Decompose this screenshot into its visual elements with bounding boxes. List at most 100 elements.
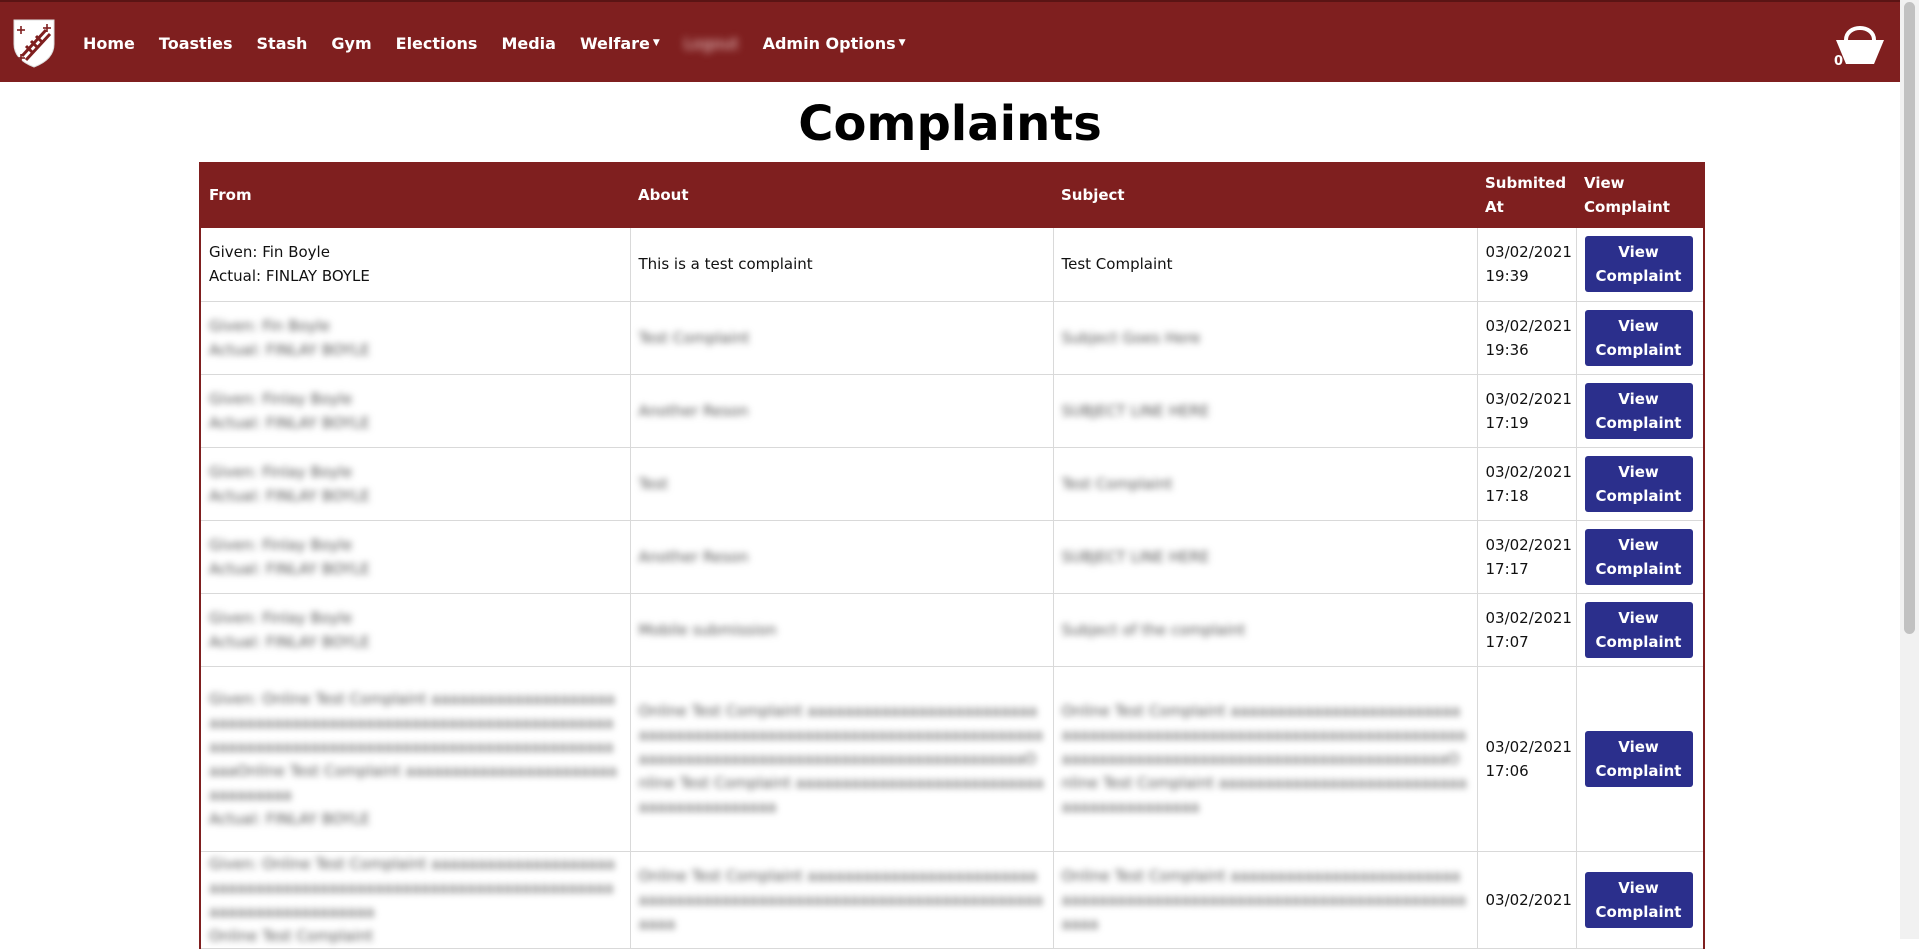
basket-count-badge: 0 [1834, 54, 1844, 69]
submitted-time: 17:18 [1485, 486, 1529, 505]
cell-subject: Test Complaint [1053, 447, 1478, 521]
top-navbar: Home Toasties Stash Gym Elections Media … [0, 0, 1900, 82]
nav-home[interactable]: Home [83, 34, 135, 53]
header-view-complaint: View Complaint [1576, 162, 1704, 228]
cell-about-line: Online Test Complaint aaaaaaaaaaaaaaaaaa… [638, 866, 1043, 933]
cell-submitted-at: 03/02/2021 17:18 [1477, 447, 1577, 521]
page-scrollbar-thumb[interactable] [1904, 2, 1915, 634]
cell-from-line: Given: Finlay Boyle [209, 389, 353, 408]
submitted-time: 19:36 [1485, 340, 1529, 359]
complaints-table: From About Subject Submited At View Comp… [199, 162, 1705, 949]
view-complaint-button[interactable]: View Complaint [1584, 730, 1693, 787]
cell-from-line: Actual: FINLAY BOYLE [209, 267, 370, 286]
table-row: Given: Fin Boyle Actual: FINLAY BOYLE Test… [200, 301, 1704, 375]
view-complaint-button[interactable]: View Complaint [1584, 601, 1693, 658]
cell-about-line: Mobile submission [638, 620, 777, 639]
cell-from-line: Online Test Complaint [209, 926, 374, 945]
cell-submitted-at: 03/02/2021 19:36 [1477, 301, 1577, 375]
cell-view-complaint: View Complaint [1576, 520, 1704, 594]
submitted-time: 17:17 [1485, 559, 1529, 578]
header-about: About [630, 162, 1053, 228]
cell-view-complaint: View Complaint [1576, 228, 1704, 302]
cell-from-line: Given: Online Test Complaint aaaaaaaaaaa… [209, 689, 617, 804]
cell-view-complaint: View Complaint [1576, 851, 1704, 949]
cell-about: Online Test Complaint aaaaaaaaaaaaaaaaaa… [630, 851, 1054, 949]
nav-gym[interactable]: Gym [331, 34, 371, 53]
nav-admin-options-label: Admin Options [762, 33, 896, 53]
cell-about: Online Test Complaint aaaaaaaaaaaaaaaaaa… [630, 666, 1054, 852]
cell-from-line: Given: Online Test Complaint aaaaaaaaaaa… [209, 854, 615, 921]
cell-submitted-at: 03/02/2021 19:39 [1477, 228, 1577, 302]
nav-stash[interactable]: Stash [257, 34, 308, 53]
submitted-time: 17:06 [1485, 761, 1529, 780]
view-complaint-button[interactable]: View Complaint [1584, 871, 1693, 928]
nav-links: Home Toasties Stash Gym Elections Media … [83, 2, 930, 84]
view-complaint-button[interactable]: View Complaint [1584, 455, 1693, 512]
cell-about: Test [630, 447, 1054, 521]
cell-from: Given: Fin Boyle Actual: FINLAY BOYLE [200, 301, 631, 375]
cell-subject-line: SUBJECT LINE HERE [1061, 547, 1210, 566]
cell-from-line: Given: Fin Boyle [209, 316, 330, 335]
nav-toasties[interactable]: Toasties [159, 34, 233, 53]
cell-submitted-at: 03/02/2021 [1477, 851, 1577, 949]
cell-from-line: Actual: FINLAY BOYLE [209, 559, 370, 578]
cell-about-line: Online Test Complaint aaaaaaaaaaaaaaaaaa… [638, 701, 1044, 816]
view-complaint-button[interactable]: View Complaint [1584, 528, 1693, 585]
cell-from: Given: Finlay Boyle Actual: FINLAY BOYLE [200, 520, 631, 594]
submitted-time: 19:39 [1485, 267, 1529, 286]
cell-about-line: Another Reson [638, 547, 749, 566]
cell-submitted-at: 03/02/2021 17:06 [1477, 666, 1577, 852]
cell-from: Given: Finlay Boyle Actual: FINLAY BOYLE [200, 374, 631, 448]
table-row: Given: Online Test Complaint aaaaaaaaaaa… [200, 666, 1704, 852]
complaints-rows: Given: Fin Boyle Actual: FINLAY BOYLE This… [200, 228, 1704, 949]
cell-from-line: Actual: FINLAY BOYLE [209, 340, 370, 359]
submitted-date: 03/02/2021 [1485, 243, 1572, 262]
cell-from-line: Given: Fin Boyle [209, 243, 330, 262]
cell-subject-line: Online Test Complaint aaaaaaaaaaaaaaaaaa… [1061, 701, 1467, 816]
cell-about-line: Test [638, 474, 669, 493]
view-complaint-button[interactable]: View Complaint [1584, 236, 1693, 293]
cell-from: Given: Finlay Boyle Actual: FINLAY BOYLE [200, 593, 631, 667]
nav-media[interactable]: Media [501, 34, 556, 53]
cell-subject-line: Subject Goes Here [1061, 328, 1201, 347]
cell-from-line: Actual: FINLAY BOYLE [209, 809, 370, 828]
cell-from-line: Actual: FINLAY BOYLE [209, 486, 370, 505]
submitted-time: 17:19 [1485, 413, 1529, 432]
cell-from: Given: Online Test Complaint aaaaaaaaaaa… [200, 851, 631, 949]
table-row: Given: Finlay Boyle Actual: FINLAY BOYLE M… [200, 593, 1704, 667]
cell-from-line: Given: Finlay Boyle [209, 535, 353, 554]
cell-about-line: Test Complaint [638, 328, 750, 347]
cell-view-complaint: View Complaint [1576, 666, 1704, 852]
nav-user-link-blurred[interactable]: Logout [684, 34, 739, 53]
submitted-date: 03/02/2021 [1485, 316, 1572, 335]
nav-admin-options[interactable]: Admin Options ▼ [763, 34, 906, 53]
cell-about-line: This is a test complaint [638, 255, 813, 274]
cell-about: Test Complaint [630, 301, 1054, 375]
cell-from: Given: Online Test Complaint aaaaaaaaaaa… [200, 666, 631, 852]
submitted-date: 03/02/2021 [1485, 535, 1572, 554]
cell-from: Given: Fin Boyle Actual: FINLAY BOYLE [200, 228, 631, 302]
cell-subject: Online Test Complaint aaaaaaaaaaaaaaaaaa… [1053, 666, 1478, 852]
cell-subject: Subject Goes Here [1053, 301, 1478, 375]
nav-elections[interactable]: Elections [396, 34, 478, 53]
header-subject: Subject [1053, 162, 1477, 228]
nav-welfare[interactable]: Welfare ▼ [580, 34, 660, 53]
cell-about: This is a test complaint [630, 228, 1054, 302]
view-complaint-button[interactable]: View Complaint [1584, 382, 1693, 439]
view-complaint-button[interactable]: View Complaint [1584, 309, 1693, 366]
cell-subject: Online Test Complaint aaaaaaaaaaaaaaaaaa… [1053, 851, 1478, 949]
cell-view-complaint: View Complaint [1576, 593, 1704, 667]
cell-subject-line: Test Complaint [1061, 474, 1173, 493]
submitted-date: 03/02/2021 [1485, 890, 1572, 909]
cell-submitted-at: 03/02/2021 17:19 [1477, 374, 1577, 448]
college-crest-logo[interactable] [12, 18, 56, 68]
table-header-row: From About Subject Submited At View Comp… [200, 162, 1704, 228]
table-row: Given: Fin Boyle Actual: FINLAY BOYLE This… [200, 228, 1704, 302]
cell-subject: SUBJECT LINE HERE [1053, 520, 1478, 594]
table-row: Given: Online Test Complaint aaaaaaaaaaa… [200, 851, 1704, 949]
submitted-date: 03/02/2021 [1485, 608, 1572, 627]
cell-from: Given: Finlay Boyle Actual: FINLAY BOYLE [200, 447, 631, 521]
cell-subject: Subject of the complaint [1053, 593, 1478, 667]
submitted-date: 03/02/2021 [1485, 462, 1572, 481]
cell-subject: Test Complaint [1053, 228, 1478, 302]
